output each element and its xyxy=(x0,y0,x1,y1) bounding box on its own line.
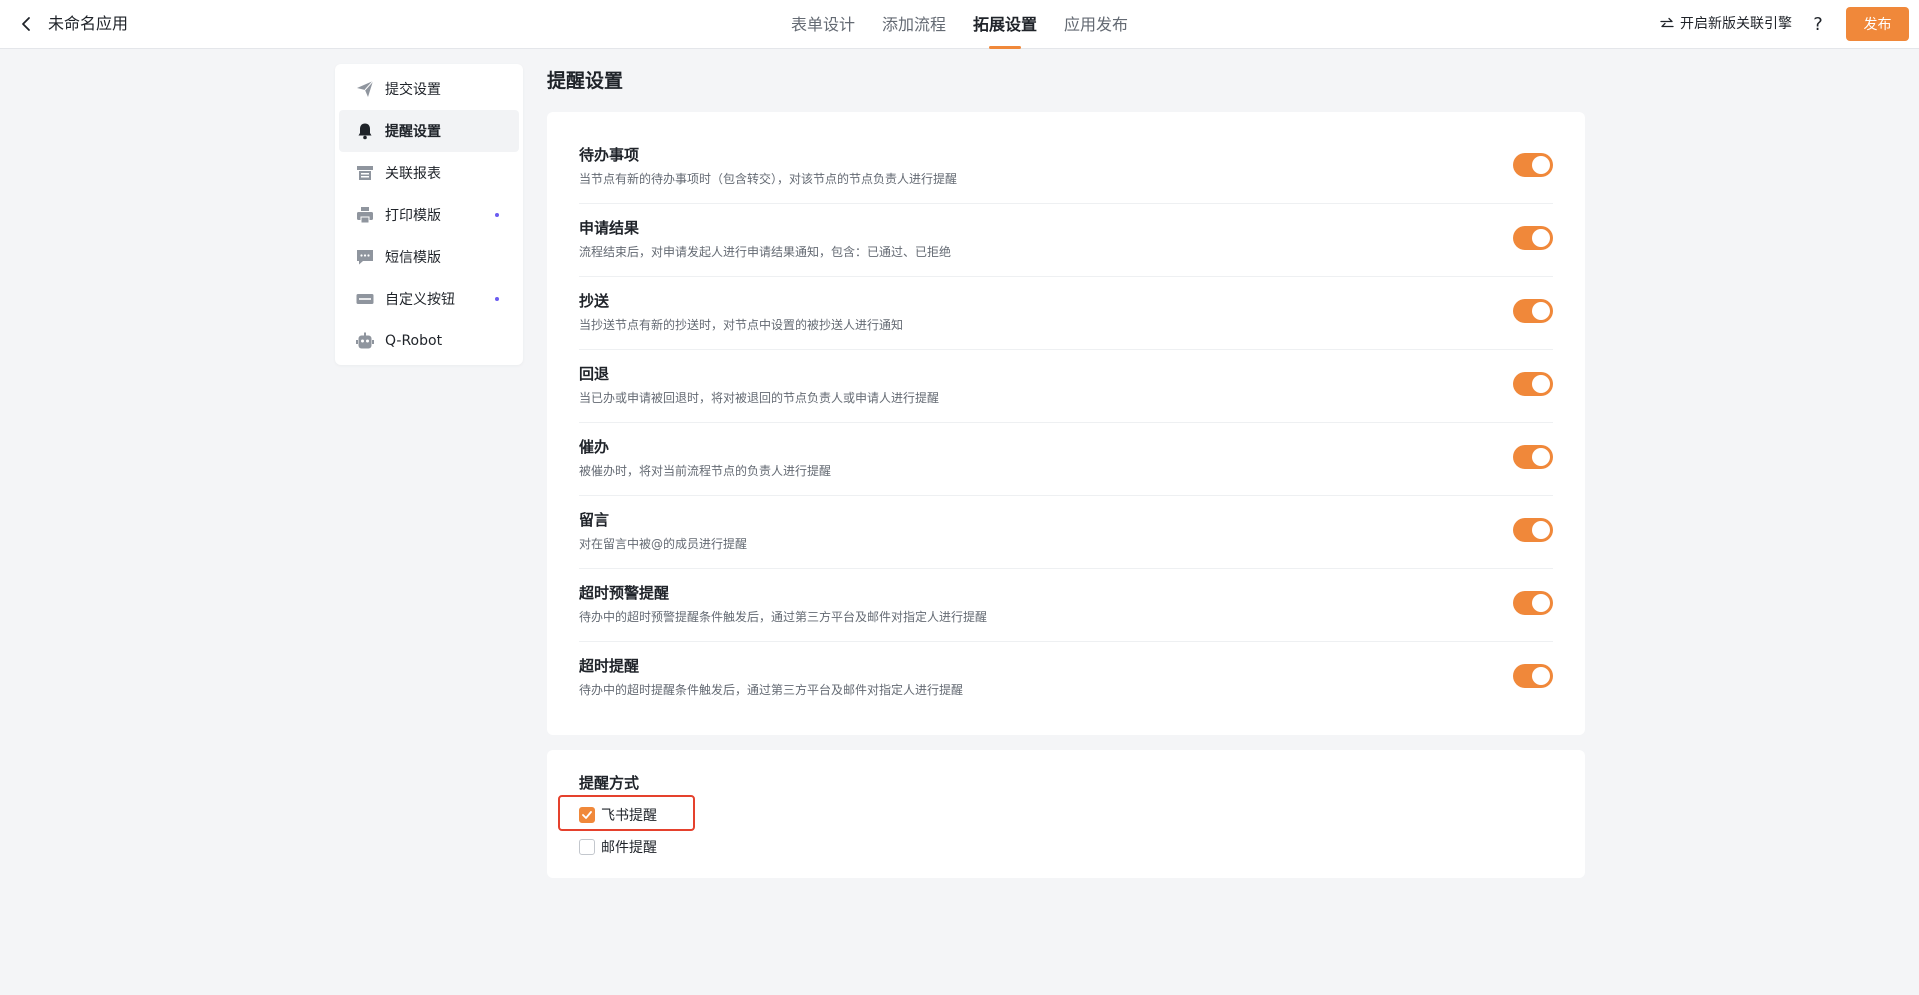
reminder-row-urge: 催办 被催办时，将对当前流程节点的负责人进行提醒 xyxy=(579,423,1553,496)
button-icon xyxy=(355,289,375,309)
reminder-toggle-timeout-warning[interactable] xyxy=(1513,591,1553,615)
reminder-title: 留言 xyxy=(579,511,610,529)
feishu-reminder-checkbox[interactable] xyxy=(579,807,595,823)
reminder-description: 当节点有新的待办事项时（包含转交），对该节点的节点负责人进行提醒 xyxy=(579,172,958,186)
tab-form-design[interactable]: 表单设计 xyxy=(790,0,856,49)
reminder-title: 超时预警提醒 xyxy=(579,584,670,602)
email-reminder-label: 邮件提醒 xyxy=(601,840,657,856)
email-reminder-checkbox[interactable] xyxy=(579,839,595,855)
chevron-left-icon xyxy=(22,17,30,31)
sidebar-item-label: 提交设置 xyxy=(385,82,441,98)
publish-button[interactable]: 发布 xyxy=(1846,7,1909,41)
tab-app-publish[interactable]: 应用发布 xyxy=(1063,0,1129,49)
report-icon xyxy=(355,163,375,183)
settings-sidebar: 提交设置 提醒设置 关联报表 打印模版 短信模版 自定义按钮 Q-Robot xyxy=(335,64,523,365)
feishu-reminder-option[interactable]: 飞书提醒 xyxy=(579,804,1553,826)
reminder-title: 超时提醒 xyxy=(579,657,640,675)
reminder-toggle-cc[interactable] xyxy=(1513,299,1553,323)
feishu-reminder-label: 飞书提醒 xyxy=(601,808,657,824)
sidebar-item-label: 自定义按钮 xyxy=(385,292,455,308)
sidebar-item-label: Q-Robot xyxy=(385,333,443,349)
reminder-description: 当抄送节点有新的抄送时，对节点中设置的被抄送人进行通知 xyxy=(579,318,904,332)
bell-icon xyxy=(355,121,375,141)
reminder-toggle-comment[interactable] xyxy=(1513,518,1553,542)
new-engine-link-label: 开启新版关联引擎 xyxy=(1680,16,1792,32)
reminder-toggle-todo[interactable] xyxy=(1513,153,1553,177)
email-reminder-option[interactable]: 邮件提醒 xyxy=(579,836,1553,858)
new-engine-link[interactable]: 开启新版关联引擎 xyxy=(1660,12,1792,36)
sidebar-item-custom-button[interactable]: 自定义按钮 xyxy=(339,278,519,320)
reminder-row-cc: 抄送 当抄送节点有新的抄送时，对节点中设置的被抄送人进行通知 xyxy=(579,277,1553,350)
reminder-row-timeout: 超时提醒 待办中的超时提醒条件触发后，通过第三方平台及邮件对指定人进行提醒 xyxy=(579,642,1553,715)
reminder-method-title: 提醒方式 xyxy=(579,774,640,792)
sidebar-item-print-template[interactable]: 打印模版 xyxy=(339,194,519,236)
top-bar: 未命名应用 表单设计 添加流程 拓展设置 应用发布 开启新版关联引擎 ? 发布 xyxy=(0,0,1919,49)
reminder-title: 抄送 xyxy=(579,292,610,310)
sidebar-item-reminder-settings[interactable]: 提醒设置 xyxy=(339,110,519,152)
reminder-row-timeout-warning: 超时预警提醒 待办中的超时预警提醒条件触发后，通过第三方平台及邮件对指定人进行提… xyxy=(579,569,1553,642)
help-button[interactable]: ? xyxy=(1806,12,1830,36)
reminder-row-return: 回退 当已办或申请被回退时，将对被退回的节点负责人或申请人进行提醒 xyxy=(579,350,1553,423)
sidebar-item-linked-report[interactable]: 关联报表 xyxy=(339,152,519,194)
robot-icon xyxy=(355,331,375,351)
nav-tabs: 表单设计 添加流程 拓展设置 应用发布 xyxy=(0,0,1919,49)
new-badge-dot xyxy=(495,297,499,301)
reminder-title: 回退 xyxy=(579,365,610,383)
sidebar-item-label: 打印模版 xyxy=(385,208,441,224)
reminder-toggle-urge[interactable] xyxy=(1513,445,1553,469)
reminder-list-card: 待办事项 当节点有新的待办事项时（包含转交），对该节点的节点负责人进行提醒 申请… xyxy=(547,112,1585,735)
reminder-row-todo: 待办事项 当节点有新的待办事项时（包含转交），对该节点的节点负责人进行提醒 xyxy=(579,131,1553,204)
swap-arrows-icon xyxy=(1660,17,1674,28)
sidebar-item-sms-template[interactable]: 短信模版 xyxy=(339,236,519,278)
sidebar-item-submit-settings[interactable]: 提交设置 xyxy=(339,68,519,110)
paper-plane-icon xyxy=(355,79,375,99)
check-icon xyxy=(582,811,592,819)
reminder-description: 对在留言中被@的成员进行提醒 xyxy=(579,537,748,551)
printer-icon xyxy=(355,205,375,225)
new-badge-dot xyxy=(495,213,499,217)
sidebar-item-label: 关联报表 xyxy=(385,166,441,182)
reminder-toggle-apply-result[interactable] xyxy=(1513,226,1553,250)
reminder-title: 申请结果 xyxy=(579,219,640,237)
message-icon xyxy=(355,247,375,267)
reminder-title: 待办事项 xyxy=(579,146,640,164)
page-title: 提醒设置 xyxy=(547,70,624,92)
sidebar-item-q-robot[interactable]: Q-Robot xyxy=(339,320,519,362)
back-button[interactable] xyxy=(14,12,38,36)
reminder-description: 被催办时，将对当前流程节点的负责人进行提醒 xyxy=(579,464,832,478)
reminder-row-comment: 留言 对在留言中被@的成员进行提醒 xyxy=(579,496,1553,569)
reminder-toggle-timeout[interactable] xyxy=(1513,664,1553,688)
sidebar-item-label: 短信模版 xyxy=(385,250,441,266)
tab-extension-settings[interactable]: 拓展设置 xyxy=(972,0,1038,49)
sidebar-item-label: 提醒设置 xyxy=(385,124,441,140)
reminder-description: 待办中的超时预警提醒条件触发后，通过第三方平台及邮件对指定人进行提醒 xyxy=(579,610,988,624)
reminder-title: 催办 xyxy=(579,438,610,456)
reminder-description: 流程结束后，对申请发起人进行申请结果通知，包含：已通过、已拒绝 xyxy=(579,245,952,259)
tab-add-process[interactable]: 添加流程 xyxy=(881,0,947,49)
reminder-description: 当已办或申请被回退时，将对被退回的节点负责人或申请人进行提醒 xyxy=(579,391,940,405)
reminder-method-card: 提醒方式 飞书提醒 邮件提醒 xyxy=(547,750,1585,878)
reminder-description: 待办中的超时提醒条件触发后，通过第三方平台及邮件对指定人进行提醒 xyxy=(579,683,964,697)
question-icon: ? xyxy=(1813,13,1823,35)
app-title: 未命名应用 xyxy=(48,14,129,33)
reminder-toggle-return[interactable] xyxy=(1513,372,1553,396)
reminder-row-apply-result: 申请结果 流程结束后，对申请发起人进行申请结果通知，包含：已通过、已拒绝 xyxy=(579,204,1553,277)
